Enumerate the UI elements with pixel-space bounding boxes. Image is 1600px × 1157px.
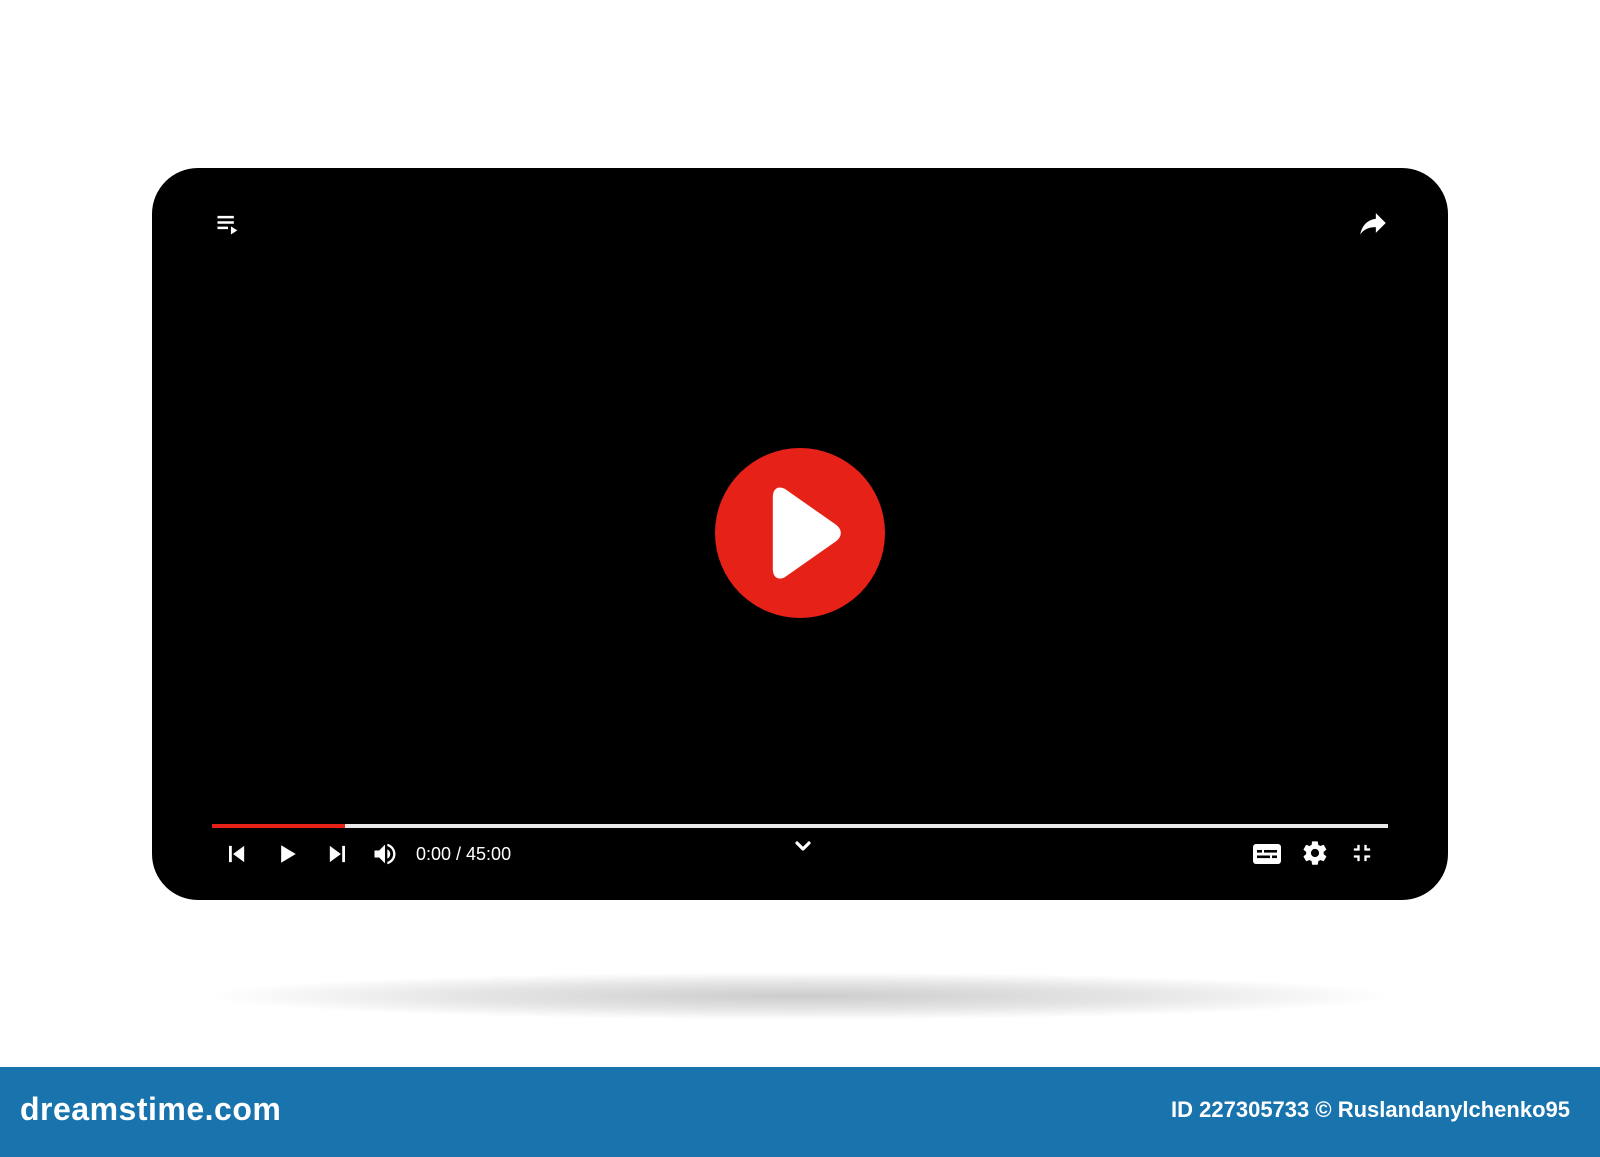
brand-logo: dreamstime.com [20, 1091, 282, 1127]
volume-icon[interactable] [371, 840, 399, 868]
video-player[interactable]: 0:00 / 45:00 [152, 168, 1448, 900]
play-icon[interactable] [715, 448, 885, 618]
watermark-footer: dreamstime.com ID 227305733 © Ruslandany… [0, 1067, 1600, 1157]
play-icon[interactable] [273, 840, 301, 868]
skip-next-icon[interactable] [324, 840, 352, 868]
settings-icon[interactable] [1301, 839, 1329, 867]
time-display: 0:00 / 45:00 [416, 844, 512, 864]
progress-bar[interactable] [212, 824, 1388, 828]
image-credit: ID 227305733 © Ruslandanylchenko95 [1171, 1097, 1570, 1122]
exit-fullscreen-icon[interactable] [1348, 839, 1376, 867]
skip-previous-icon[interactable] [222, 840, 250, 868]
progress-played [212, 824, 345, 828]
share-icon[interactable] [1356, 206, 1390, 240]
player-shadow [200, 972, 1400, 1020]
subtitles-icon[interactable] [1252, 841, 1282, 867]
chevron-down-icon[interactable] [791, 834, 815, 858]
playlist-icon[interactable] [214, 210, 242, 238]
